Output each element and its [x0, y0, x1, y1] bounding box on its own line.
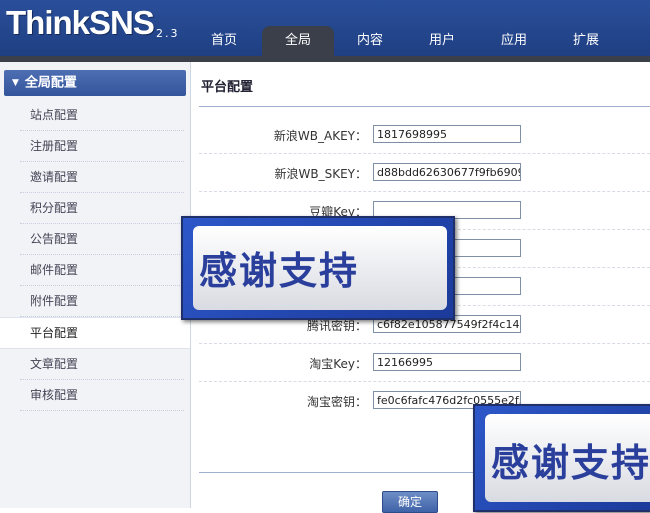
form-row: 新浪WB_AKEY： 1817698995: [199, 116, 650, 154]
sidebar-item-article[interactable]: 文章配置: [20, 349, 184, 380]
sidebar-item-audit[interactable]: 审核配置: [20, 380, 184, 411]
form-row: 淘宝Key： 12166995: [199, 344, 650, 382]
nav-extend[interactable]: 扩展: [550, 26, 622, 56]
sidebar: ▼ 全局配置 站点配置 注册配置 邀请配置 积分配置 公告配置 邮件配置 附件配置…: [0, 62, 191, 508]
watermark-text: 感谢支持: [491, 441, 650, 485]
version-label: 2.3: [156, 27, 180, 40]
sidebar-item-credit[interactable]: 积分配置: [20, 193, 184, 224]
watermark-sticker: 感谢支持: [181, 216, 455, 320]
field-label: 新浪WB_AKEY：: [273, 129, 367, 143]
watermark-sticker: 感谢支持: [473, 404, 650, 512]
sidebar-item-notice[interactable]: 公告配置: [20, 224, 184, 255]
sidebar-list: 站点配置 注册配置 邀请配置 积分配置 公告配置 邮件配置 附件配置 平台配置 …: [0, 100, 190, 411]
sidebar-item-platform[interactable]: 平台配置: [0, 317, 190, 349]
nav-user[interactable]: 用户: [406, 26, 478, 56]
header: ThinkSNS 2.3 首页 全局 内容 用户 应用 扩展: [0, 0, 650, 56]
sidebar-item-invite[interactable]: 邀请配置: [20, 162, 184, 193]
taobao-key-input[interactable]: 12166995: [373, 353, 521, 371]
sidebar-item-site[interactable]: 站点配置: [20, 100, 184, 131]
field-label: 淘宝密钥：: [306, 395, 367, 409]
sina-skey-input[interactable]: d88bdd62630677f9fb69093: [373, 163, 521, 181]
sidebar-section-title: 全局配置: [24, 75, 77, 91]
sina-akey-input[interactable]: 1817698995: [373, 125, 521, 143]
submit-button[interactable]: 确定: [382, 491, 438, 513]
caret-down-icon: ▼: [12, 78, 19, 88]
nav-home[interactable]: 首页: [188, 26, 260, 56]
nav-content[interactable]: 内容: [334, 26, 406, 56]
nav-global[interactable]: 全局: [262, 26, 334, 56]
watermark-text: 感谢支持: [199, 249, 360, 293]
sidebar-item-register[interactable]: 注册配置: [20, 131, 184, 162]
field-label: 淘宝Key：: [309, 357, 367, 371]
title-divider: [199, 106, 650, 107]
form-row: 新浪WB_SKEY： d88bdd62630677f9fb69093: [199, 154, 650, 192]
sidebar-item-attachment[interactable]: 附件配置: [20, 286, 184, 317]
app-logo[interactable]: ThinkSNS: [6, 4, 155, 42]
sidebar-section-header[interactable]: ▼ 全局配置: [4, 70, 186, 96]
nav-apps[interactable]: 应用: [478, 26, 550, 56]
page-title: 平台配置: [201, 80, 254, 95]
field-label: 新浪WB_SKEY：: [274, 167, 368, 181]
sidebar-item-mail[interactable]: 邮件配置: [20, 255, 184, 286]
